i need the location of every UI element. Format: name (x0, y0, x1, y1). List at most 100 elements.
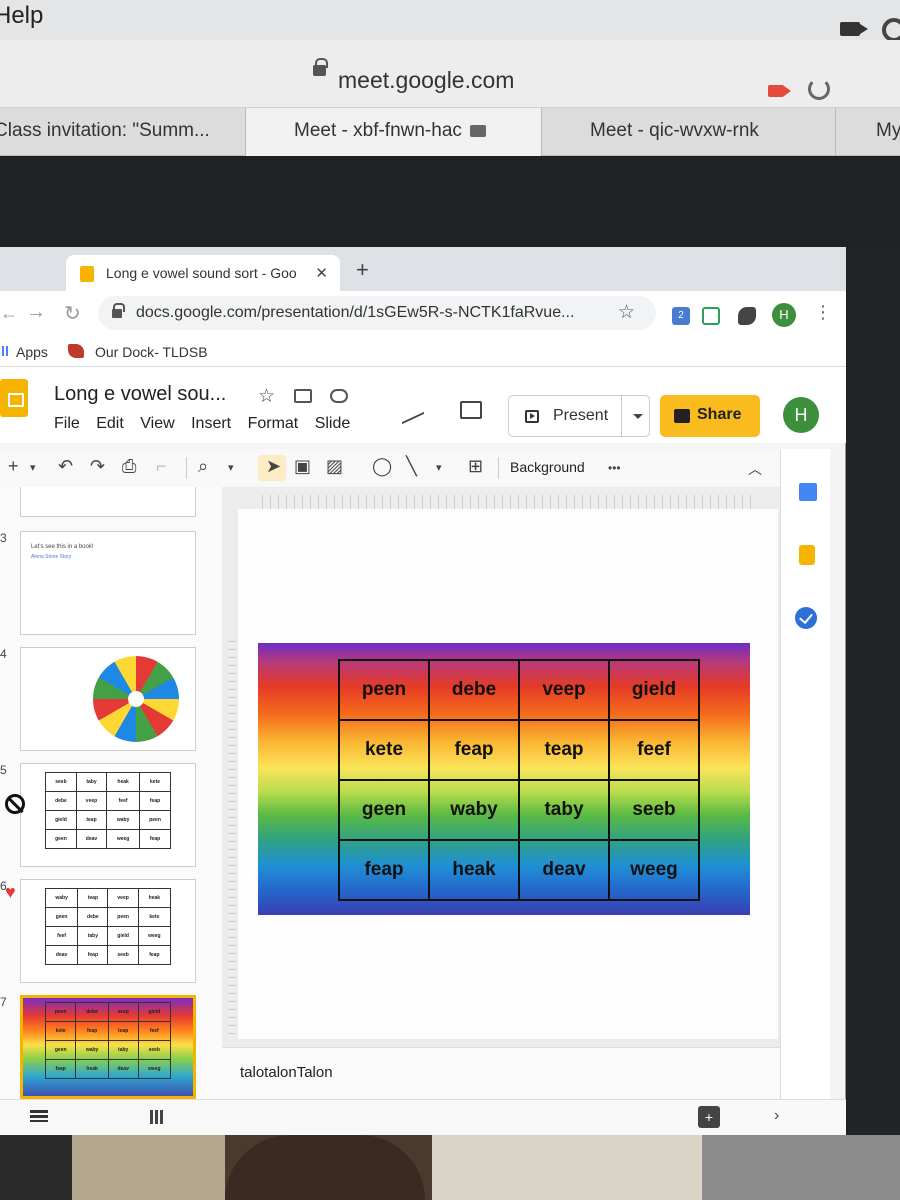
more-icon[interactable]: ⋮ (814, 302, 832, 323)
word-cell[interactable]: geen (338, 779, 430, 841)
bookmark-our-dock[interactable]: Our Dock- TLDSB (95, 344, 208, 360)
chevron-right-icon[interactable]: › (774, 1107, 779, 1125)
slide-thumb-3[interactable]: Let's see this in a book! Alena Stone St… (20, 531, 196, 635)
extension-icon[interactable] (702, 307, 720, 325)
word-cell[interactable]: heak (428, 839, 520, 901)
word-cell[interactable]: debe (428, 659, 520, 721)
move-to-folder-icon[interactable] (294, 389, 312, 403)
menu-file[interactable]: File (54, 415, 80, 432)
word-cell[interactable]: veep (518, 659, 610, 721)
add-comment-icon[interactable]: ⊞ (468, 456, 483, 477)
word-cell[interactable]: teap (518, 719, 610, 781)
tab-class-invitation[interactable]: Class invitation: "Summ... (0, 108, 246, 156)
account-avatar[interactable]: H (783, 397, 819, 433)
bookmark-star-icon[interactable]: ☆ (618, 301, 635, 324)
slide-thumb-4[interactable] (20, 647, 196, 751)
present-button[interactable]: Present (508, 395, 650, 437)
address-bar[interactable]: docs.google.com/presentation/d/1sGEw5R-s… (98, 296, 656, 330)
filmstrip-view-icon[interactable] (30, 1110, 48, 1122)
new-slide-icon[interactable]: + (8, 456, 19, 477)
slide-thumb-6[interactable]: ♥ waby teap veep heak geen debe peen kete feef… (5, 879, 196, 983)
menu-view[interactable]: View (140, 415, 174, 432)
bookmark-apps[interactable]: Apps (16, 344, 48, 360)
tab-slides-doc[interactable]: Long e vowel sound sort - Goo ✕ (66, 255, 340, 291)
puzzle-icon[interactable] (738, 307, 756, 325)
heart-icon: ♥ (5, 882, 16, 902)
rainbow-word-grid-slide[interactable]: peen debe veep gield kete feap teap feef… (258, 643, 750, 915)
word-cell[interactable]: weeg (608, 839, 700, 901)
chevron-down-icon[interactable]: ▾ (228, 461, 234, 474)
back-icon[interactable]: ← (0, 303, 18, 324)
chevron-down-icon[interactable]: ▾ (30, 461, 36, 474)
slide-thumb-2[interactable] (20, 487, 196, 517)
background-button[interactable]: Background (510, 459, 585, 475)
reload-icon[interactable]: ↻ (64, 301, 81, 326)
word-cell[interactable]: feef (608, 719, 700, 781)
star-icon[interactable]: ☆ (258, 385, 275, 408)
collapse-chevron-icon[interactable]: ︿ (748, 459, 762, 479)
image-icon[interactable]: ▨ (326, 456, 343, 477)
tab-my[interactable]: My (836, 108, 900, 156)
extension-badge-icon[interactable]: 2 (672, 307, 690, 325)
word-cell[interactable]: feap (428, 719, 520, 781)
camera-icon[interactable] (840, 22, 868, 36)
word-cell[interactable]: deav (518, 839, 610, 901)
slide-number: 5 (0, 763, 7, 777)
menu-format[interactable]: Format (248, 415, 299, 432)
undo-icon[interactable]: ↶ (58, 456, 73, 477)
text-box-icon[interactable]: ▣ (294, 456, 311, 477)
menu-help[interactable]: Help (0, 2, 43, 30)
share-button[interactable]: Share (660, 395, 760, 437)
tab-meet-qic[interactable]: Meet - qic-wvxw-rnk (542, 108, 836, 156)
new-tab-button[interactable]: + (356, 257, 369, 283)
reload-icon[interactable] (808, 78, 830, 100)
divider (498, 457, 499, 479)
word-cell[interactable]: waby (428, 779, 520, 841)
calendar-icon[interactable] (799, 483, 817, 501)
redo-icon[interactable]: ↷ (90, 456, 105, 477)
line-icon[interactable]: ╲ (406, 456, 417, 477)
tasks-icon[interactable] (795, 607, 817, 629)
cursor-icon[interactable]: ➤ (266, 456, 281, 477)
chevron-down-icon[interactable]: ▾ (436, 461, 442, 474)
word-cell[interactable]: peen (338, 659, 430, 721)
doc-title[interactable]: Long e vowel sou... (54, 383, 226, 406)
activity-icon[interactable] (402, 399, 424, 425)
profile-avatar[interactable]: H (772, 303, 796, 327)
tab-meet-xbf[interactable]: Meet - xbf-fnwn-hac (246, 108, 542, 156)
zoom-icon[interactable]: ⌕ (198, 456, 208, 477)
paint-format-icon[interactable]: ⌐ (156, 456, 167, 477)
slide-thumb-5[interactable]: seeb taby heak kete debe veep feef feap gield t… (5, 763, 196, 867)
menu-edit[interactable]: Edit (96, 415, 124, 432)
word-cell[interactable]: taby (518, 779, 610, 841)
menu-slide[interactable]: Slide (315, 415, 351, 432)
forward-icon[interactable]: → (26, 301, 46, 324)
explore-icon[interactable]: + (698, 1106, 720, 1128)
divider (621, 396, 622, 436)
speaker-notes-text[interactable]: talotalonTalon (240, 1064, 333, 1081)
outer-address-bar[interactable]: meet.google.com (0, 40, 900, 108)
close-icon[interactable]: ✕ (315, 264, 328, 282)
word-cell[interactable]: kete (338, 719, 430, 781)
slides-logo-icon[interactable] (0, 379, 28, 417)
chrome-icon[interactable] (882, 18, 900, 42)
chevron-down-icon[interactable] (633, 414, 643, 419)
meet-background-right (847, 247, 900, 1135)
cloud-status-icon[interactable] (330, 389, 348, 403)
grid-view-icon[interactable] (150, 1110, 164, 1124)
menu-insert[interactable]: Insert (191, 415, 231, 432)
slide-filmstrip: 3 Let's see this in a book! Alena Stone … (0, 487, 222, 1099)
outer-url[interactable]: meet.google.com (338, 67, 514, 94)
speaker-notes[interactable]: talotalonTalon (222, 1047, 780, 1099)
recording-camera-icon[interactable] (768, 85, 791, 97)
print-icon[interactable]: ⎙ (122, 456, 136, 477)
shape-icon[interactable]: ◯ (372, 456, 392, 477)
slide-thumb-7-selected[interactable]: peen debe veep gield kete feap teap feef geen w… (20, 995, 196, 1099)
more-options-icon[interactable]: ••• (608, 461, 621, 475)
keep-icon[interactable] (799, 545, 815, 565)
word-cell[interactable]: seeb (608, 779, 700, 841)
comment-icon[interactable] (460, 401, 482, 419)
word-cell[interactable]: feap (338, 839, 430, 901)
word-cell[interactable]: gield (608, 659, 700, 721)
apps-icon[interactable] (2, 346, 10, 356)
